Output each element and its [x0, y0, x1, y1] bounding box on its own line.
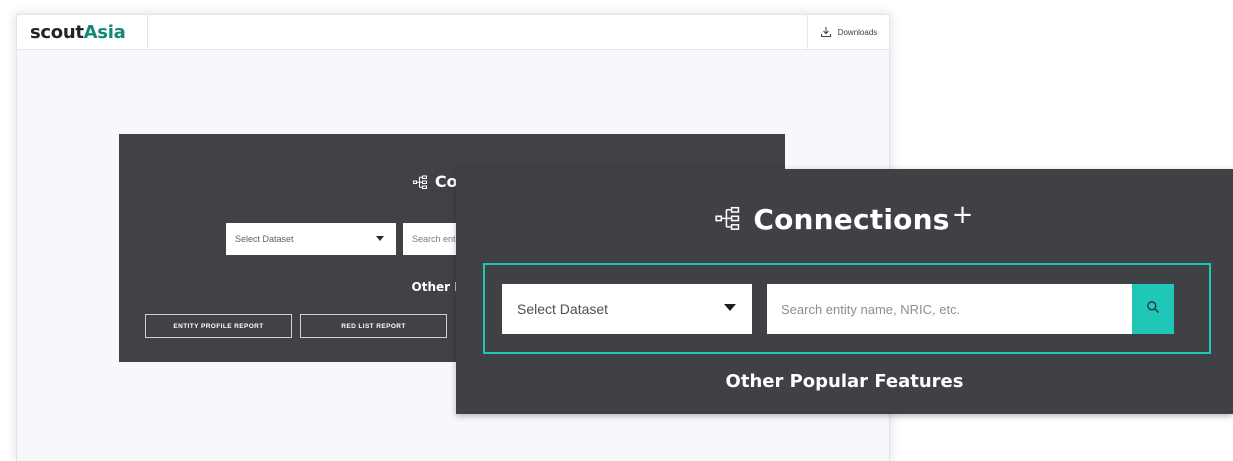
connections-hierarchy-icon: [412, 174, 429, 193]
zoom-title-plus: +: [951, 200, 974, 230]
logo-text-scout: scout: [30, 21, 84, 43]
zoom-popular-features-heading: Other Popular Features: [725, 371, 964, 392]
zoom-search-placeholder: Search entity name, NRIC, etc.: [781, 301, 961, 317]
caret-down-icon: [724, 304, 736, 311]
search-button[interactable]: [1132, 284, 1174, 334]
download-tray-icon: [820, 26, 832, 38]
search-icon: [1146, 300, 1160, 319]
logo[interactable]: scout Asia: [17, 15, 148, 49]
entity-profile-report-button[interactable]: ENTITY PROFILE REPORT: [145, 314, 292, 338]
zoom-title: Connections+: [456, 200, 1233, 237]
downloads-button[interactable]: Downloads: [807, 15, 889, 49]
zoomed-search-panel: Connections+ Select Dataset Search entit…: [456, 169, 1233, 414]
zoom-dataset-select[interactable]: Select Dataset: [502, 284, 752, 334]
search-input-placeholder: Search ent: [412, 234, 456, 244]
dataset-select[interactable]: Select Dataset: [226, 223, 396, 255]
zoom-dataset-select-value: Select Dataset: [517, 301, 609, 317]
zoom-search-input[interactable]: Search entity name, NRIC, etc.: [767, 284, 1132, 334]
top-bar: scout Asia Downloads: [17, 15, 889, 50]
downloads-label: Downloads: [837, 27, 878, 37]
dataset-select-value: Select Dataset: [235, 234, 294, 244]
caret-down-icon: [376, 236, 384, 241]
logo-text-asia: Asia: [83, 21, 126, 43]
connections-hierarchy-icon: [715, 204, 743, 237]
red-list-report-button[interactable]: RED LIST REPORT: [300, 314, 447, 338]
zoom-title-text: Connections: [753, 203, 950, 236]
